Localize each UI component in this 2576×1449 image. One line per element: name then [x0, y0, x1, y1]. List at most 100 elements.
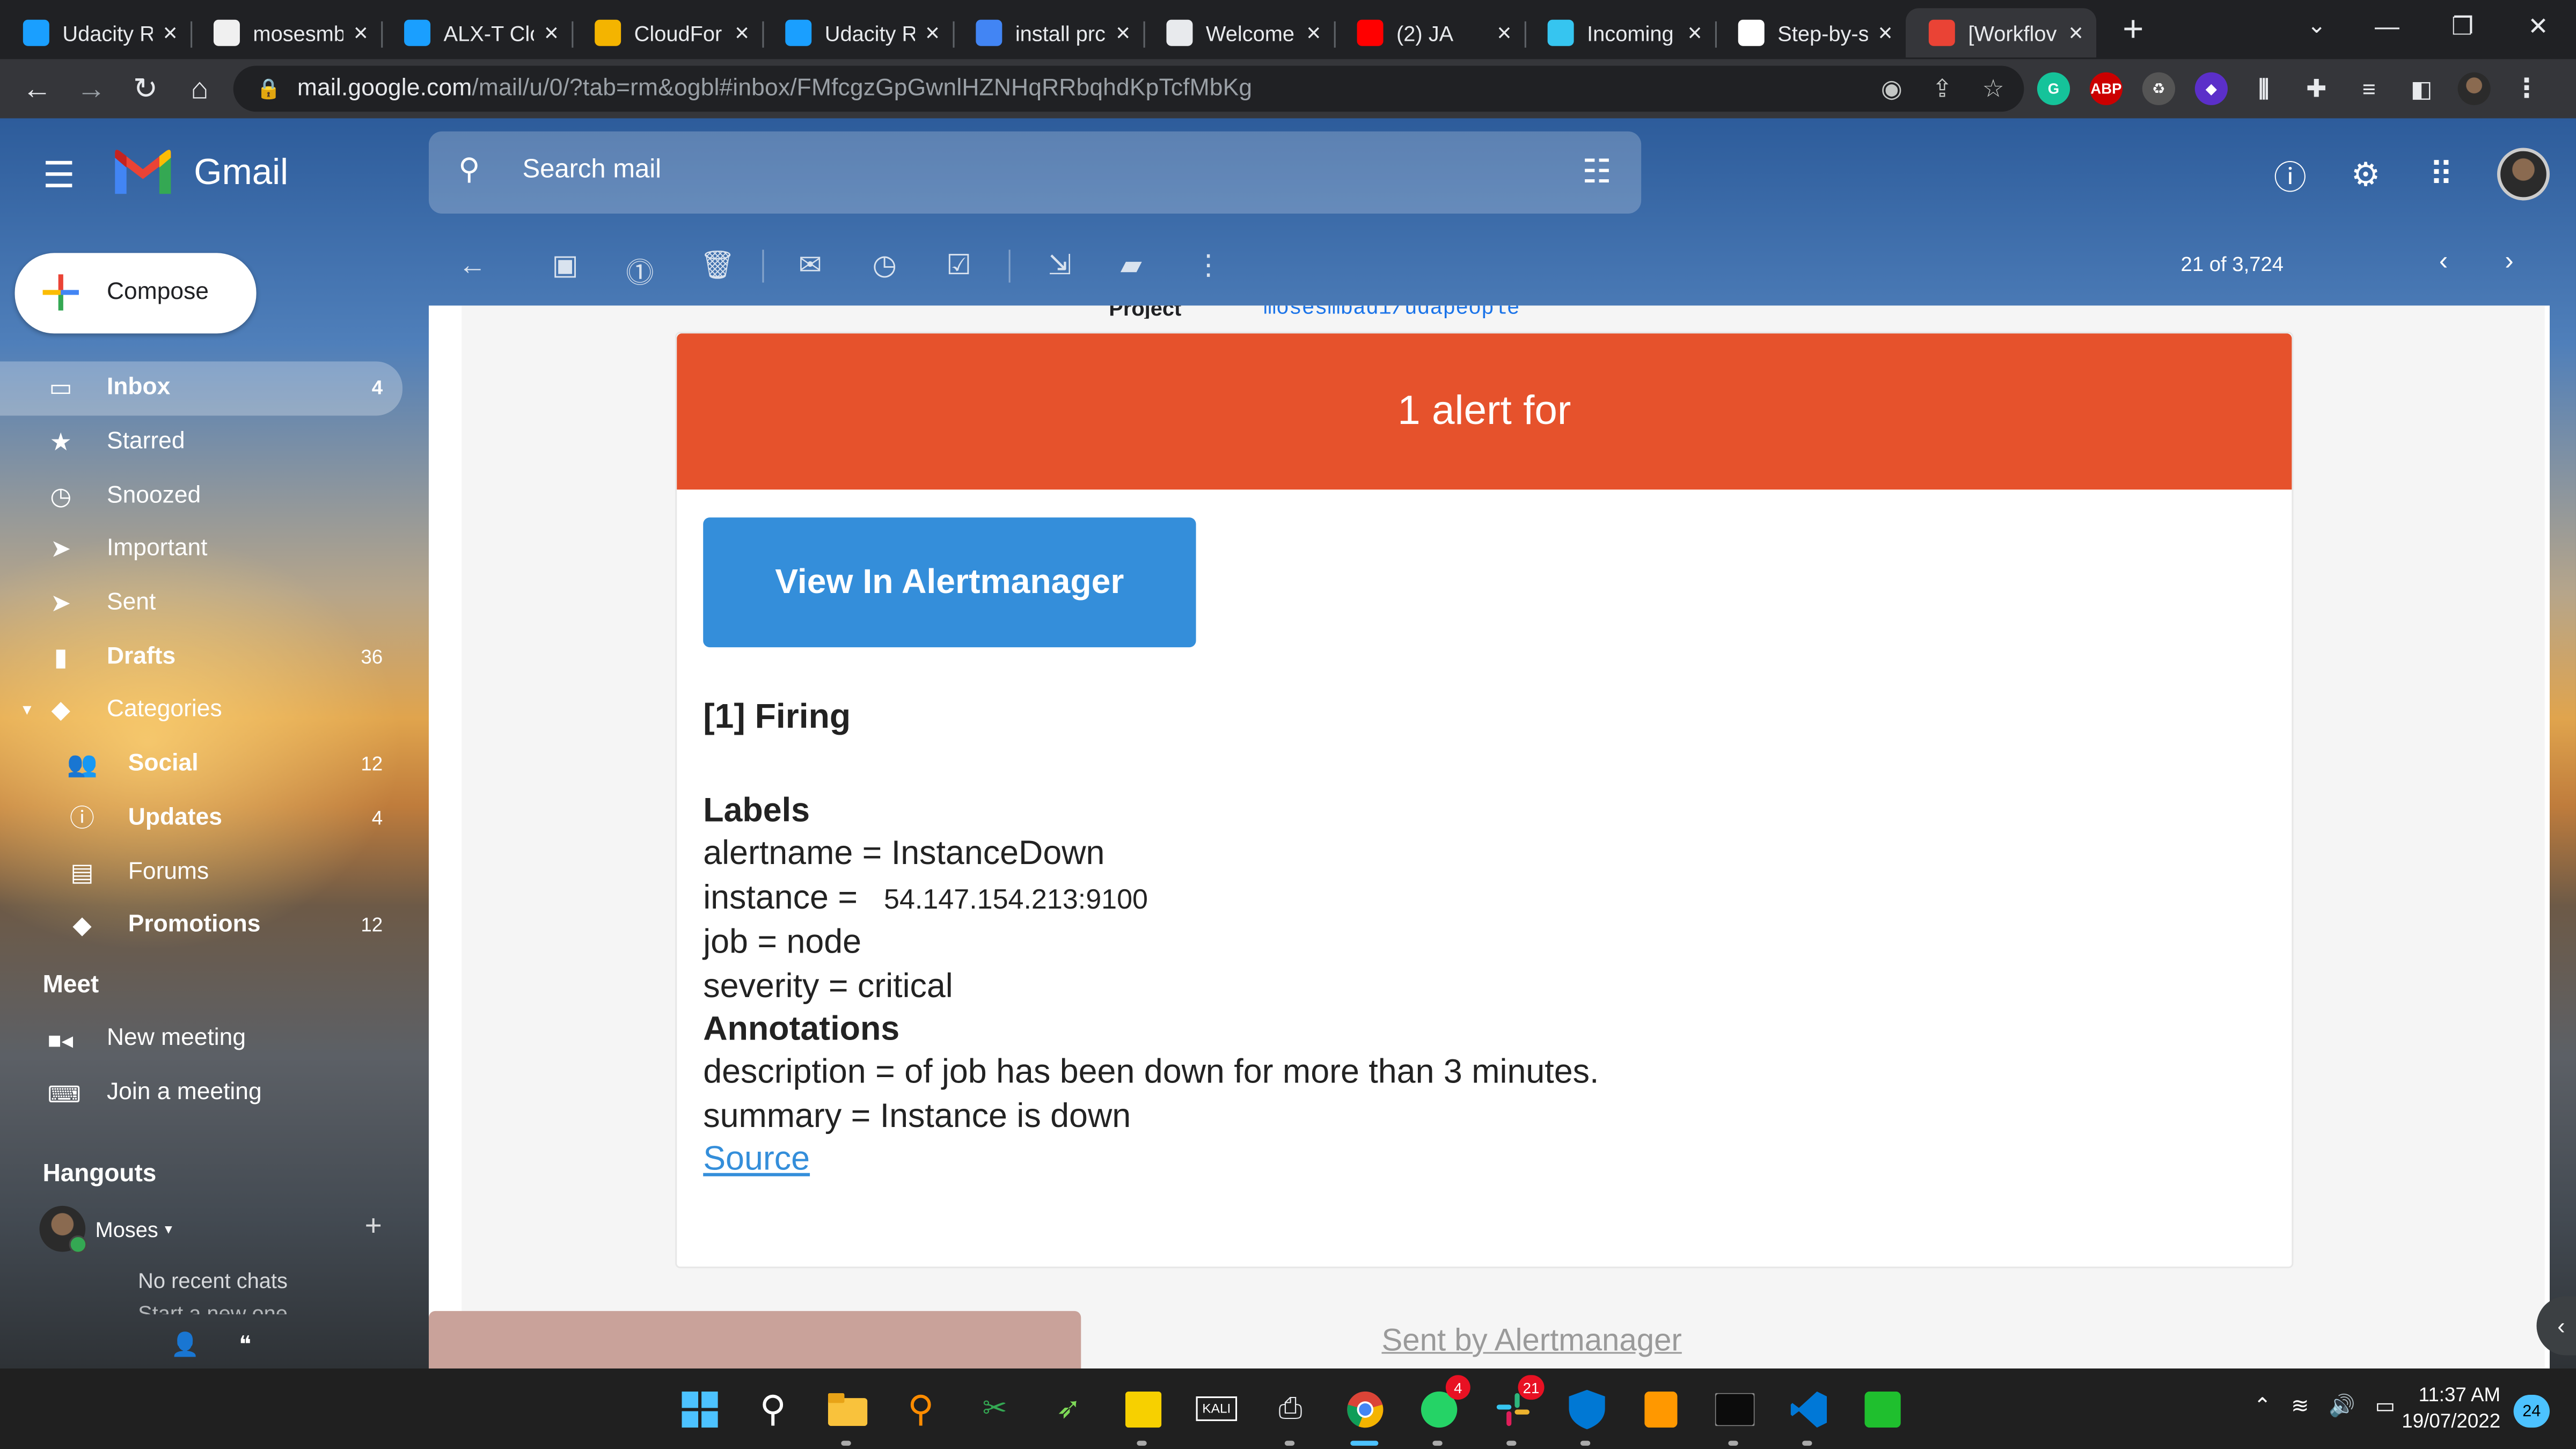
tab-close-icon[interactable]: × [1497, 19, 1511, 47]
move-to-icon[interactable]: ⇲ [1048, 250, 1072, 282]
source-link[interactable]: Source [703, 1140, 810, 1178]
browser-tab[interactable]: (2) JA × [1334, 8, 1525, 57]
sidebar-item-promotions[interactable]: ◆ Promotions 12 [0, 898, 402, 952]
defender-shield-icon[interactable] [1561, 1384, 1612, 1446]
tab-search-icon[interactable]: ⌄ [2307, 11, 2326, 39]
tab-close-icon[interactable]: × [1116, 19, 1130, 47]
recycle-icon[interactable]: ♻ [2142, 72, 2176, 105]
tab-close-icon[interactable]: × [354, 19, 368, 47]
browser-tab[interactable]: Incoming × [1524, 8, 1715, 57]
url-text[interactable]: mail.google.com/mail/u/0/?tab=rm&ogbl#in… [297, 76, 1252, 102]
browser-tab[interactable]: [Workflov × [1905, 8, 2097, 58]
hangouts-user[interactable]: Moses ▾ [39, 1205, 172, 1254]
search-options-icon[interactable]: ☷ [1582, 151, 1612, 193]
browser-tab[interactable]: Step-by-s × [1715, 8, 1906, 57]
tab-close-icon[interactable]: × [925, 19, 940, 47]
search-taskbar-icon[interactable]: ⚲ [748, 1384, 799, 1435]
hummingbird-icon[interactable]: ➶ [1043, 1384, 1094, 1435]
view-in-alertmanager-button[interactable]: View In Alertmanager [703, 517, 1196, 648]
puzzle-icon[interactable]: ✚ [2300, 72, 2333, 105]
sidebar-item-forums[interactable]: ▤ Forums [0, 845, 402, 898]
browser-tab[interactable]: Welcome × [1143, 8, 1334, 57]
tab-close-icon[interactable]: × [1306, 19, 1321, 47]
back-to-inbox-icon[interactable]: ← [458, 250, 486, 282]
browser-tab[interactable]: CloudFor × [572, 8, 762, 57]
eye-icon[interactable]: ◉ [1881, 74, 1902, 104]
pen-app-icon[interactable] [1856, 1384, 1907, 1435]
add-task-icon[interactable]: ☑ [946, 250, 971, 282]
clipped-value[interactable]: mosesmbadi/udapeople [1263, 305, 1520, 318]
archive-icon[interactable]: ▣ [552, 250, 579, 282]
chrome-icon[interactable] [1339, 1384, 1390, 1446]
main-menu-icon[interactable]: ☰ [43, 155, 75, 197]
search-input[interactable]: Search mail [522, 156, 661, 186]
snipping-tool-icon[interactable]: ✂ [969, 1384, 1020, 1435]
vscode-icon[interactable] [1782, 1384, 1833, 1446]
tab-close-icon[interactable]: × [544, 19, 559, 47]
sidebar-item-inbox[interactable]: ▭ Inbox 4 [0, 361, 402, 415]
restore-button[interactable]: ❐ [2425, 11, 2500, 41]
tab-close-icon[interactable]: × [163, 19, 178, 47]
address-bar[interactable]: 🔒 mail.google.com/mail/u/0/?tab=rm&ogbl#… [233, 65, 2024, 112]
sidebar-item-social[interactable]: 👥 Social 12 [0, 737, 402, 791]
account-avatar[interactable] [2497, 148, 2550, 201]
new-chat-plus-icon[interactable]: + [365, 1209, 382, 1243]
delete-trash-icon[interactable]: 🗑 [700, 250, 735, 282]
shield-extension-icon[interactable]: ◆ [2194, 72, 2228, 105]
wifi-icon[interactable]: ≋ [2291, 1393, 2309, 1419]
profile-avatar[interactable] [2457, 72, 2491, 105]
whatsapp-icon[interactable]: 4 [1413, 1375, 1470, 1446]
sidebar-item-important[interactable]: ➤ Important [0, 523, 402, 576]
settings-gear-icon[interactable]: ⚙ [2346, 155, 2385, 194]
lock-icon[interactable]: 🔒 [257, 77, 281, 100]
volume-icon[interactable]: 🔊 [2329, 1393, 2355, 1419]
grammarly-icon[interactable]: G [2037, 72, 2070, 105]
apps-grid-icon[interactable]: ⠿ [2421, 155, 2461, 194]
sticky-notes-icon[interactable] [1117, 1384, 1168, 1446]
more-options-icon[interactable]: ⋮ [1194, 250, 1222, 282]
sent-by-alertmanager-link[interactable]: Sent by Alertmanager [1381, 1324, 1681, 1360]
file-explorer-icon[interactable] [822, 1384, 873, 1446]
sidebar-item-drafts[interactable]: ▮ Drafts 36 [0, 630, 402, 684]
forward-icon[interactable]: → [64, 71, 118, 106]
kali-linux-icon[interactable]: KALI [1191, 1384, 1242, 1435]
sidebar-item-snoozed[interactable]: ◷ Snoozed [0, 469, 402, 523]
browser-tab[interactable]: mosesmb × [191, 8, 381, 57]
newer-chevron-left-icon[interactable]: ‹ [2439, 248, 2448, 277]
gmail-logo[interactable]: Gmail [112, 148, 288, 197]
sidebar-item-sent[interactable]: ➤ Sent [0, 576, 402, 630]
label-folder-icon[interactable]: ▰ [1121, 250, 1142, 282]
chevron-down-icon[interactable]: ▾ [165, 1220, 172, 1238]
start-new-chat-link[interactable]: Start a new one [138, 1301, 288, 1314]
tab-close-icon[interactable]: × [735, 19, 749, 47]
tab-close-icon[interactable]: × [2069, 19, 2083, 47]
browser-tab[interactable]: Udacity R × [762, 8, 953, 57]
hangouts-quote-icon[interactable]: ❝ [239, 1331, 251, 1359]
help-icon[interactable]: ⓘ [2271, 155, 2310, 196]
join-meeting-button[interactable]: ⌨ Join a meeting [0, 1068, 402, 1121]
equalizer-icon[interactable]: ⫼ [2248, 72, 2280, 105]
close-window-button[interactable]: ✕ [2500, 11, 2576, 41]
slack-icon[interactable]: 21 [1487, 1375, 1545, 1446]
kebab-menu-icon[interactable]: ⋮ [2511, 72, 2543, 105]
compose-button[interactable]: Compose [14, 253, 257, 334]
tab-close-icon[interactable]: × [1878, 19, 1893, 47]
search-icon[interactable]: ⚲ [458, 153, 480, 187]
browser-tab[interactable]: ALX-T Clo × [381, 8, 572, 57]
screenshot-tool-icon[interactable]: ⎙ [1265, 1384, 1316, 1446]
tab-close-icon[interactable]: × [1688, 19, 1702, 47]
magnifier-app-icon[interactable]: ⚲ [895, 1384, 946, 1435]
collapse-caret-icon[interactable]: ▼ [20, 702, 34, 719]
browser-tab[interactable]: install prc × [953, 8, 1143, 57]
reload-icon[interactable]: ↻ [118, 71, 172, 106]
adblock-icon[interactable]: ABP [2089, 72, 2123, 105]
bookmark-star-icon[interactable]: ☆ [1982, 74, 2004, 104]
new-tab-button[interactable]: + [2123, 8, 2143, 51]
sidebar-item-categories[interactable]: ▼ ◆ Categories [0, 684, 402, 737]
browser-tab[interactable]: Udacity R × [0, 8, 191, 57]
report-spam-icon[interactable]: ⓵ [626, 250, 654, 291]
home-icon[interactable]: ⌂ [172, 71, 226, 106]
person-icon[interactable]: 👤 [171, 1331, 199, 1359]
minimize-button[interactable]: — [2350, 12, 2425, 40]
sidepanel-icon[interactable]: ◧ [2405, 72, 2438, 105]
